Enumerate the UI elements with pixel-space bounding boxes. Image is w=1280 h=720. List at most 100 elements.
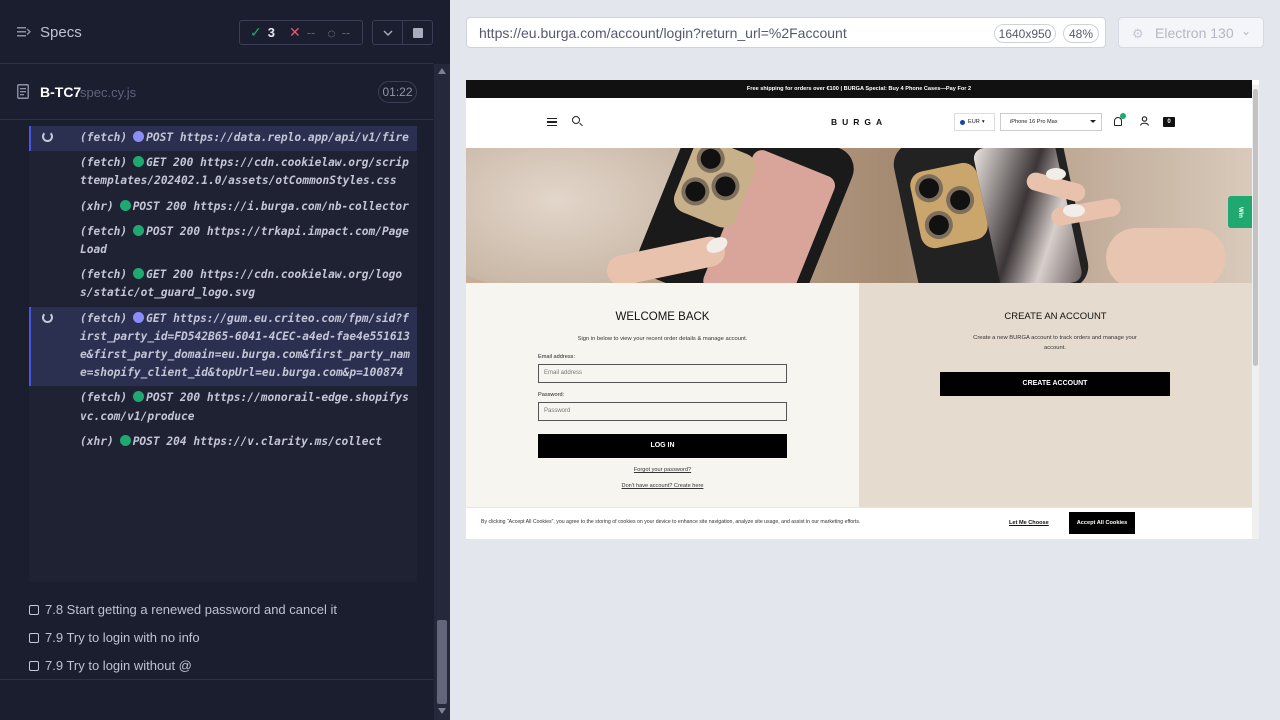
passed-stat: ✓ 3 bbox=[250, 24, 275, 41]
browser-selector[interactable]: ⚙ Electron 130 ⌄ bbox=[1118, 17, 1264, 48]
command-type: (fetch) bbox=[80, 131, 128, 144]
reporter-header: Specs ✓ 3 ✕ -- ◌ -- bbox=[0, 0, 433, 64]
command-type: (xhr) bbox=[80, 199, 114, 213]
test-item[interactable]: 7.9 Try to login with no info bbox=[29, 630, 200, 645]
command-row[interactable]: (fetch) GET 200 https://cdn.cookielaw.org… bbox=[29, 151, 417, 194]
command-status: 204 bbox=[166, 434, 187, 448]
status-dot-icon bbox=[119, 199, 131, 211]
status-dot-icon bbox=[133, 224, 145, 236]
command-status: 200 bbox=[179, 391, 201, 405]
command-row[interactable]: (fetch) POST 200 https://trkapi.impact.co… bbox=[29, 220, 417, 263]
email-label: Email address: bbox=[538, 354, 575, 360]
command-row[interactable]: (fetch) GET https://gum.eu.criteo.com/fpm… bbox=[29, 306, 417, 387]
status-dot-icon bbox=[133, 268, 145, 280]
spec-name: B-TC7 bbox=[40, 84, 82, 100]
cookie-choose-link[interactable]: Let Me Choose bbox=[1009, 520, 1049, 526]
login-button[interactable]: LOG IN bbox=[538, 434, 787, 458]
zoom-level[interactable]: 48% bbox=[1063, 24, 1099, 43]
cart-icon[interactable]: 0 bbox=[1163, 117, 1175, 127]
command-type: (fetch) bbox=[80, 268, 128, 282]
command-row[interactable]: (fetch) GET 200 https://cdn.cookielaw.org… bbox=[29, 263, 417, 306]
spec-row[interactable]: B-TC7 spec.cy.js 01:22 bbox=[0, 65, 433, 120]
command-url: https://cdn.cookielaw.org/scripttemplate… bbox=[80, 156, 409, 188]
stop-icon bbox=[412, 27, 423, 38]
scroll-up-icon[interactable] bbox=[438, 68, 446, 74]
stop-button[interactable] bbox=[402, 20, 433, 45]
specs-title[interactable]: Specs bbox=[40, 24, 82, 41]
test-item[interactable]: 7.8 Start getting a renewed password and… bbox=[29, 602, 337, 617]
email-field[interactable]: Email address bbox=[538, 364, 787, 383]
create-account-button[interactable]: CREATE ACCOUNT bbox=[940, 372, 1170, 396]
command-type: (fetch) bbox=[80, 156, 128, 170]
forgot-password-link[interactable]: Forgot your password? bbox=[466, 467, 859, 473]
checkbox-icon bbox=[29, 632, 39, 643]
hero-image bbox=[466, 148, 1252, 283]
currency-select[interactable]: EUR ▾ bbox=[954, 113, 995, 131]
reporter-scrollbar[interactable] bbox=[434, 64, 450, 720]
spec-duration: 01:22 bbox=[378, 81, 417, 103]
app-scrollbar[interactable] bbox=[1252, 85, 1259, 539]
x-icon: ✕ bbox=[288, 24, 301, 40]
passed-count: 3 bbox=[267, 25, 275, 40]
failed-count: -- bbox=[306, 25, 316, 40]
pending-count: -- bbox=[341, 25, 351, 40]
command-url: https://v.clarity.ms/collect bbox=[193, 434, 382, 448]
status-dot-icon bbox=[133, 131, 145, 142]
command-row[interactable]: (xhr) POST 200 https://i.burga.com/nb-col… bbox=[29, 195, 417, 220]
pending-stat: ◌ -- bbox=[327, 25, 350, 41]
url-text: https://eu.burga.com/account/login?retur… bbox=[479, 25, 847, 41]
spinner-icon bbox=[42, 131, 53, 142]
model-select[interactable]: iPhone 16 Pro Max bbox=[1000, 113, 1102, 131]
password-label: Password: bbox=[538, 392, 565, 398]
command-log: (fetch) POST https://data.replo.app/api/v… bbox=[29, 126, 417, 582]
command-row[interactable]: (fetch) POST 200 https://monorail-edge.sh… bbox=[29, 386, 417, 429]
url-bar[interactable]: https://eu.burga.com/account/login?retur… bbox=[466, 17, 1106, 48]
menu-icon[interactable] bbox=[547, 118, 557, 126]
test-stats: ✓ 3 ✕ -- ◌ -- bbox=[239, 20, 363, 45]
collapse-button[interactable] bbox=[372, 20, 403, 45]
currency-value: EUR bbox=[968, 119, 980, 125]
command-status: 200 bbox=[173, 268, 194, 282]
check-icon: ✓ bbox=[250, 24, 262, 40]
nail-shape bbox=[1063, 204, 1085, 217]
list-icon bbox=[17, 27, 31, 37]
create-here-link[interactable]: Don't have account? Create here bbox=[466, 483, 859, 489]
reporter-panel: Specs ✓ 3 ✕ -- ◌ -- B-TC7 spec.cy.js 01:… bbox=[0, 0, 450, 720]
chevron-down-icon bbox=[383, 30, 392, 36]
caret-icon: ▾ bbox=[981, 119, 985, 125]
command-url: https://data.replo.app/api/v1/fire bbox=[179, 131, 409, 144]
command-status: 200 bbox=[173, 156, 194, 170]
create-account-section: CREATE AN ACCOUNT Create a new BURGA acc… bbox=[859, 283, 1252, 533]
scrollbar-thumb[interactable] bbox=[437, 620, 447, 704]
accept-cookies-button[interactable]: Accept All Cookies bbox=[1069, 512, 1135, 534]
command-row[interactable]: (fetch) POST https://data.replo.app/api/v… bbox=[29, 126, 417, 152]
test-item[interactable]: 7.9 Try to login without @ bbox=[29, 658, 192, 673]
caret-icon bbox=[1090, 120, 1096, 123]
status-dot-icon bbox=[133, 311, 145, 323]
scroll-down-icon[interactable] bbox=[438, 708, 446, 714]
command-type: (fetch) bbox=[80, 391, 128, 405]
password-field[interactable]: Password bbox=[538, 402, 787, 421]
command-url: https://monorail-edge.shopifysvc.com/v1/… bbox=[80, 391, 409, 423]
site-logo[interactable]: BURGA bbox=[831, 117, 887, 127]
test-label: 7.9 Try to login with no info bbox=[45, 630, 200, 645]
rewards-tab[interactable]: Win bbox=[1228, 196, 1252, 228]
spec-file: spec.cy.js bbox=[80, 85, 137, 100]
command-url: https://gum.eu.criteo.com/fpm/sid?first_… bbox=[80, 311, 411, 380]
command-method: POST bbox=[146, 391, 174, 405]
test-label: 7.9 Try to login without @ bbox=[45, 658, 192, 673]
command-method: POST bbox=[146, 131, 174, 144]
command-method: GET bbox=[146, 156, 167, 170]
status-dot-icon bbox=[133, 156, 145, 168]
model-value: iPhone 16 Pro Max bbox=[1010, 119, 1058, 125]
scrollbar-thumb[interactable] bbox=[1253, 89, 1258, 366]
divider bbox=[0, 679, 433, 680]
command-method: POST bbox=[132, 199, 160, 213]
command-row[interactable]: (xhr) POST 204 https://v.clarity.ms/colle… bbox=[29, 430, 417, 455]
command-status: 200 bbox=[179, 224, 201, 238]
search-icon[interactable] bbox=[572, 116, 580, 124]
user-icon[interactable] bbox=[1140, 116, 1149, 126]
pending-icon: ◌ bbox=[327, 24, 336, 41]
status-dot-icon bbox=[133, 391, 145, 403]
viewport-size[interactable]: 1640x950 bbox=[994, 24, 1056, 43]
